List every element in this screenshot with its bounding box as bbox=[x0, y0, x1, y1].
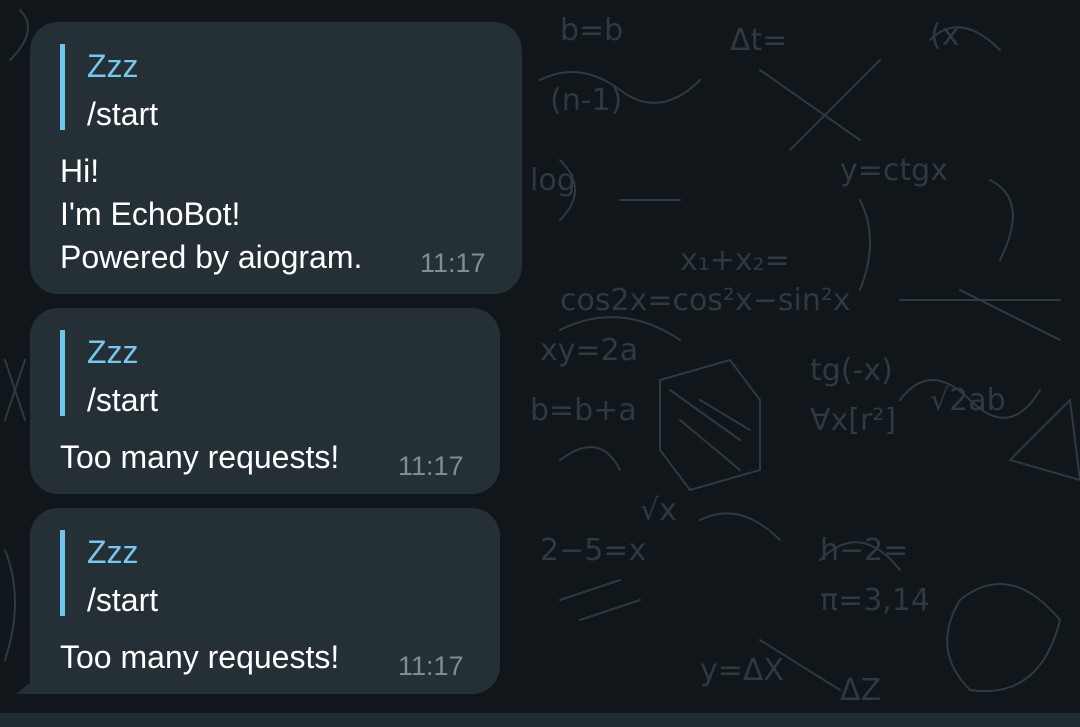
reply-text: /start bbox=[87, 582, 159, 618]
message-bubble[interactable]: Zzz /start Too many requests! 11:17 bbox=[30, 308, 500, 494]
svg-text:2−5=x: 2−5=x bbox=[540, 533, 646, 568]
svg-text:cos2x=cos²x−sin²x: cos2x=cos²x−sin²x bbox=[560, 283, 851, 318]
svg-text:log: log bbox=[530, 163, 576, 198]
message-bubble[interactable]: Zzz /start Hi! I'm EchoBot! Powered by a… bbox=[30, 22, 522, 294]
reply-text: /start bbox=[87, 96, 159, 132]
svg-text:b=b: b=b bbox=[560, 13, 623, 48]
message-time: 11:17 bbox=[398, 451, 464, 481]
svg-text:√x: √x bbox=[640, 493, 677, 528]
svg-text:xy=2a: xy=2a bbox=[540, 333, 638, 368]
message-time: 11:17 bbox=[398, 651, 464, 681]
svg-text:b=b+a: b=b+a bbox=[530, 393, 637, 428]
reply-author: Zzz bbox=[87, 334, 139, 370]
svg-text:ΔZ: ΔZ bbox=[840, 673, 881, 708]
svg-text:(n-1): (n-1) bbox=[550, 83, 622, 118]
message-text: Hi! I'm EchoBot! Powered by aiogram. bbox=[60, 153, 363, 275]
reply-text: /start bbox=[87, 382, 159, 418]
reply-quote[interactable]: Zzz /start bbox=[60, 530, 158, 618]
reply-quote[interactable]: Zzz /start bbox=[60, 330, 158, 418]
message-time: 11:17 bbox=[420, 248, 486, 278]
reply-author: Zzz bbox=[87, 48, 139, 84]
svg-text:π=3,14: π=3,14 bbox=[820, 583, 930, 618]
svg-text:Δt=: Δt= bbox=[730, 23, 787, 58]
message-bubble[interactable]: Zzz /start Too many requests! 11:17 bbox=[16, 508, 500, 694]
bottom-bar bbox=[0, 713, 1080, 727]
message-text: Too many requests! bbox=[60, 639, 340, 675]
svg-text:tg(-x): tg(-x) bbox=[810, 353, 893, 388]
svg-text:(x: (x bbox=[930, 18, 959, 53]
svg-text:y=ΔX: y=ΔX bbox=[700, 653, 784, 688]
svg-text:√2ab: √2ab bbox=[930, 383, 1006, 418]
svg-text:x₁+x₂=: x₁+x₂= bbox=[680, 243, 790, 278]
message-text: Too many requests! bbox=[60, 439, 340, 475]
svg-text:∀x[r²]: ∀x[r²] bbox=[810, 403, 896, 438]
svg-text:y=ctgx: y=ctgx bbox=[840, 153, 948, 188]
svg-text:h−2=: h−2= bbox=[820, 533, 908, 568]
reply-author: Zzz bbox=[87, 534, 139, 570]
reply-quote[interactable]: Zzz /start bbox=[60, 44, 158, 132]
